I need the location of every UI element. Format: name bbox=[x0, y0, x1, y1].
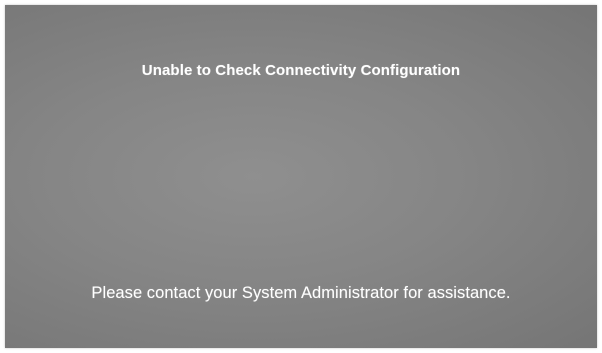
error-screen: Unable to Check Connectivity Configurati… bbox=[5, 5, 597, 348]
error-message: Please contact your System Administrator… bbox=[91, 284, 511, 302]
error-title: Unable to Check Connectivity Configurati… bbox=[141, 62, 461, 79]
screenshot-frame: Unable to Check Connectivity Configurati… bbox=[0, 0, 602, 353]
